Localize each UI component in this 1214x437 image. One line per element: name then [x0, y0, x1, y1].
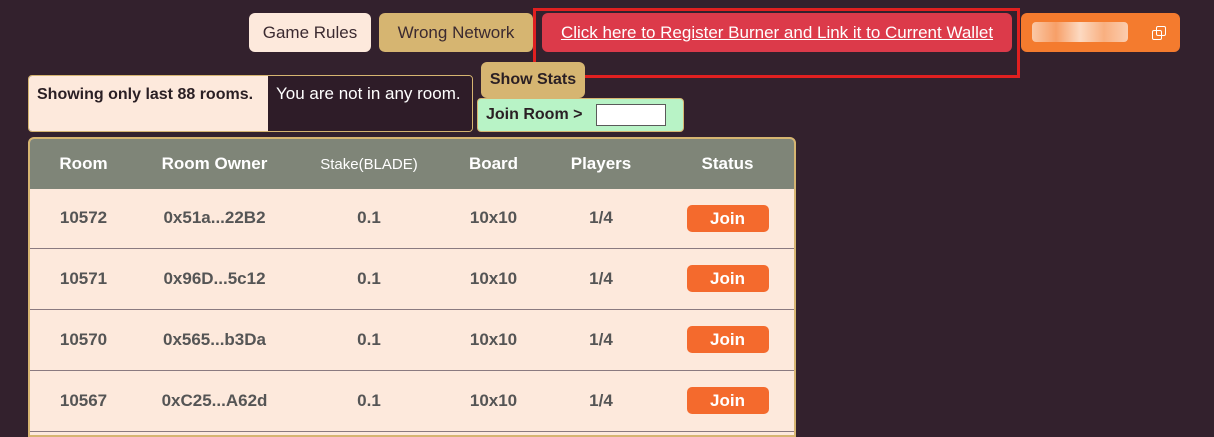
- table-row: 10567 0xC25...A62d 0.1 10x10 1/4 Join: [30, 370, 794, 431]
- join-room-panel: Join Room >: [477, 98, 684, 132]
- table-row: 10572 0x51a...22B2 0.1 10x10 1/4 Join: [30, 189, 794, 248]
- players: 1/4: [589, 329, 613, 349]
- table-row: 10570 0x565...b3Da 0.1 10x10 1/4 Join: [30, 309, 794, 370]
- room-owner: 0x96D...5c12: [163, 268, 266, 288]
- info-panel: Showing only last 88 rooms. You are not …: [28, 75, 473, 132]
- table-header-row: Room Room Owner Stake(BLADE) Board Playe…: [30, 139, 794, 189]
- room-owner: 0xC25...A62d: [161, 390, 268, 410]
- stake: 0.1: [357, 268, 381, 288]
- copy-icon[interactable]: [1152, 25, 1166, 40]
- board-size: 10x10: [469, 329, 518, 349]
- wallet-address-redacted: [1032, 22, 1128, 42]
- room-id: 10570: [59, 329, 108, 349]
- room-owner: 0x565...b3Da: [162, 329, 266, 349]
- rooms-count-text: Showing only last 88 rooms.: [29, 76, 268, 131]
- column-header-board: Board: [468, 154, 519, 173]
- players: 1/4: [589, 390, 613, 410]
- rooms-table: Room Room Owner Stake(BLADE) Board Playe…: [28, 137, 796, 437]
- board-size: 10x10: [469, 268, 518, 288]
- column-header-stake: Stake(BLADE): [320, 155, 418, 173]
- room-owner: 0x51a...22B2: [163, 208, 266, 228]
- room-id: 10571: [59, 268, 108, 288]
- column-header-players: Players: [570, 154, 632, 173]
- players: 1/4: [589, 208, 613, 228]
- wrong-network-button[interactable]: Wrong Network: [379, 13, 533, 52]
- column-header-room: Room: [59, 154, 108, 173]
- board-size: 10x10: [469, 208, 518, 228]
- room-status-text: You are not in any room.: [268, 76, 472, 131]
- column-header-status: Status: [701, 154, 754, 173]
- join-button[interactable]: Join: [686, 204, 769, 232]
- column-header-room-owner: Room Owner: [161, 154, 268, 173]
- game-rules-button[interactable]: Game Rules: [249, 13, 371, 52]
- join-button[interactable]: Join: [686, 265, 769, 292]
- stake: 0.1: [357, 329, 381, 349]
- room-id: 10567: [59, 390, 108, 410]
- board-size: 10x10: [469, 390, 518, 410]
- players: 1/4: [589, 268, 613, 288]
- join-room-label: Join Room >: [486, 106, 583, 123]
- stake: 0.1: [357, 390, 381, 410]
- register-burner-button[interactable]: Click here to Register Burner and Link i…: [542, 13, 1012, 52]
- stake: 0.1: [357, 208, 381, 228]
- join-room-input[interactable]: [596, 104, 667, 126]
- room-id: 10572: [59, 208, 108, 228]
- show-stats-button[interactable]: Show Stats: [481, 62, 585, 98]
- table-row: 10571 0x96D...5c12 0.1 10x10 1/4 Join: [30, 248, 794, 309]
- join-button[interactable]: Join: [686, 326, 769, 353]
